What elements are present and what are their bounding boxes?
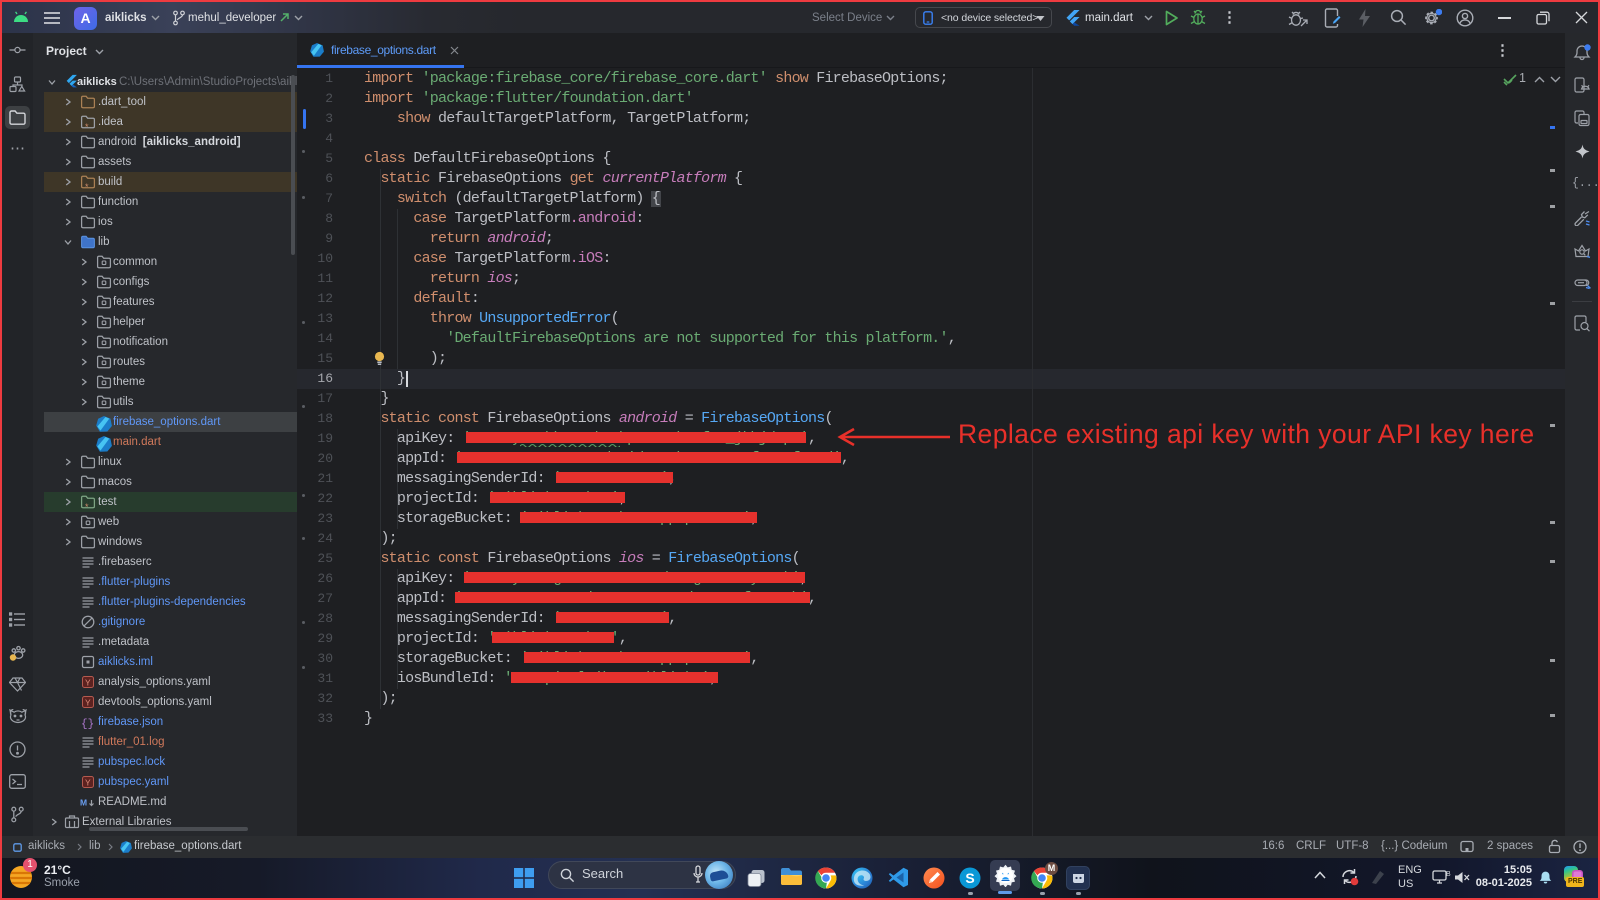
svg-text:B: B <box>1446 871 1451 878</box>
svg-text:S: S <box>965 870 974 886</box>
